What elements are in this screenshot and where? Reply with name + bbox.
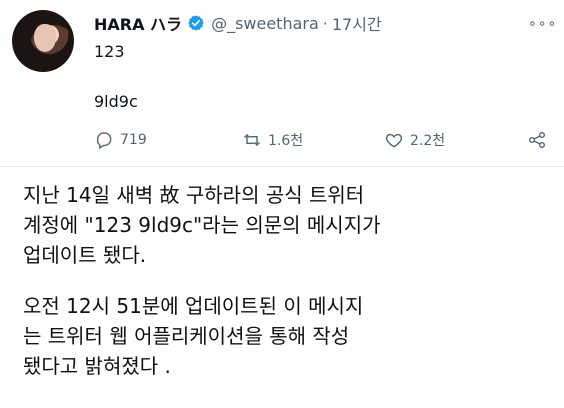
tweet-card: HARA ハラ @_sweethara · 17시간 ∘∘∘ 123 9ld9c… [0,0,564,167]
article-line: 됐다고 밝혀졌다 . [23,354,171,378]
verified-badge-icon [188,15,204,31]
retweet-icon [244,134,260,146]
article-line: 오전 12시 51분에 업데이트된 이 메시지 [23,294,364,318]
avatar[interactable] [12,10,74,72]
article-line: 계정에 "123 9ld9c"라는 의문의 메시지가 [23,213,381,237]
tweet-actions: 719 1.6천 2.2천 [0,130,564,154]
article-line: 지난 14일 새벽 故 구하라의 공식 트위터 [23,183,365,207]
separator-dot: · [322,13,328,33]
like-button[interactable]: 2.2천 [384,130,445,150]
heart-icon [385,133,403,148]
article-line: 업데이트 됐다. [23,243,147,267]
display-name[interactable]: HARA ハラ [94,11,182,35]
more-icon[interactable]: ∘∘∘ [528,16,557,32]
reply-button[interactable]: 719 [94,130,147,150]
share-button[interactable] [527,130,553,150]
reply-icon [96,132,112,150]
tweet-text-line: 123 [94,42,125,61]
article-paragraph: 지난 14일 새벽 故 구하라의 공식 트위터 계정에 "123 9ld9c"라… [23,180,543,270]
article-body: 지난 14일 새벽 故 구하라의 공식 트위터 계정에 "123 9ld9c"라… [23,180,543,402]
tweet-header: HARA ハラ @_sweethara · 17시간 [94,10,382,36]
share-icon [529,132,545,148]
user-handle[interactable]: @_sweethara [211,14,319,33]
like-count: 2.2천 [410,133,446,149]
tweet-time[interactable]: 17시간 [332,11,382,35]
retweet-count: 1.6천 [268,133,304,149]
reply-count: 719 [120,132,147,148]
article-paragraph: 오전 12시 51분에 업데이트된 이 메시지 는 트위터 웹 어플리케이션을 … [23,291,543,381]
article-line: 는 트위터 웹 어플리케이션을 통해 작성 [23,324,350,348]
tweet-text-line: 9ld9c [94,92,138,111]
retweet-button[interactable]: 1.6천 [242,130,303,150]
